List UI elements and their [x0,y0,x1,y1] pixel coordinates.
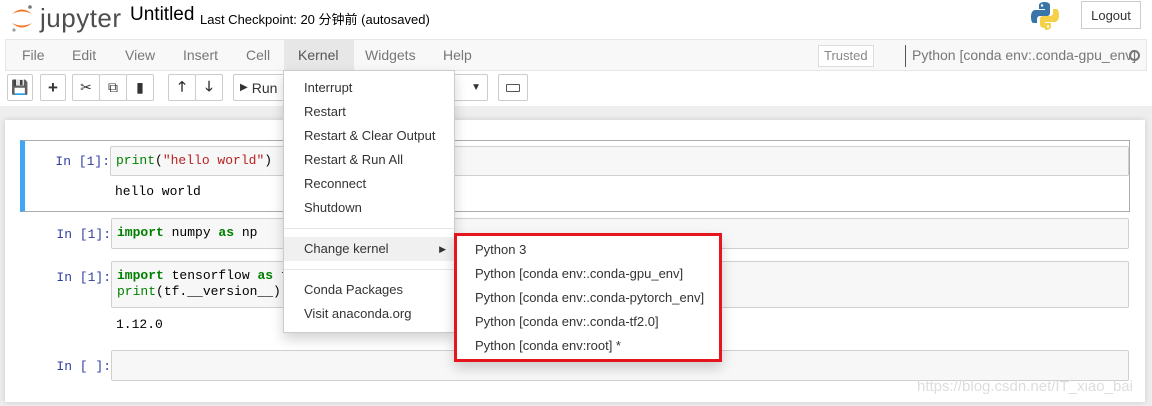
menu-item-visit-anaconda[interactable]: Visit anaconda.org [284,302,454,326]
menu-help[interactable]: Help [429,40,486,70]
copy-button[interactable]: ⧉ [99,74,127,101]
menu-divider [284,269,454,270]
kernel-option[interactable]: Python [conda env:.conda-gpu_env] [457,262,719,286]
cell-prompt: In [1]: [55,154,110,169]
menu-insert[interactable]: Insert [169,40,232,70]
menu-item-restart-run-all[interactable]: Restart & Run All [284,148,454,172]
menu-kernel[interactable]: Kernel [284,40,354,70]
code-cell[interactable]: In [1]: print("hello world") hello world [20,140,1130,212]
command-palette-button[interactable] [498,74,528,101]
menubar: File Edit View Insert Cell Kernel Widget… [5,39,1147,71]
menu-edit[interactable]: Edit [58,40,110,70]
move-up-button[interactable]: 🡑 [168,74,196,101]
keyboard-icon [506,83,520,92]
arrow-up-icon: 🡑 [178,77,186,94]
menu-file[interactable]: File [8,40,59,70]
jupyter-logo-text: jupyter [40,2,122,33]
python-logo-icon [1030,1,1060,34]
move-down-button[interactable]: 🡓 [195,74,223,101]
caret-down-icon: ▼ [471,82,481,93]
menu-divider [284,228,454,229]
cell-output: 1.12.0 [116,317,163,332]
header: jupyter Untitled Last Checkpoint: 20 分钟前… [0,0,1152,106]
step-forward-icon: ▶ [240,82,248,93]
menu-item-reconnect[interactable]: Reconnect [284,172,454,196]
caret-right-icon: ▶ [439,244,446,254]
menu-widgets[interactable]: Widgets [351,40,430,70]
menu-item-shutdown[interactable]: Shutdown [284,196,454,220]
kernel-option[interactable]: Python [conda env:.conda-tf2.0] [457,310,719,334]
cut-button[interactable]: ✂ [72,74,100,101]
kernel-dropdown-menu: Interrupt Restart Restart & Clear Output… [283,70,455,333]
cell-prompt: In [1]: [56,270,111,285]
watermark: https://blog.csdn.net/IT_xiao_bai [917,378,1133,395]
kernel-idle-indicator-icon [1129,50,1140,61]
notebook-title[interactable]: Untitled [130,4,194,26]
arrow-down-icon: 🡓 [205,77,213,94]
menu-item-conda-packages[interactable]: Conda Packages [284,278,454,302]
run-label: Run [251,79,278,96]
cell-output: hello world [115,184,201,199]
jupyter-logo[interactable]: jupyter [10,2,122,34]
logout-button[interactable]: Logout [1081,1,1141,29]
cell-prompt: In [1]: [56,227,111,242]
change-kernel-label: Change kernel [304,241,389,256]
menu-view[interactable]: View [111,40,169,70]
cell-prompt: In [ ]: [56,359,111,374]
paste-icon: ▮ [136,79,144,95]
menu-item-restart[interactable]: Restart [284,100,454,124]
kernel-option[interactable]: Python [conda env:root] * [457,334,719,358]
scissors-icon: ✂ [80,79,92,95]
kernel-name[interactable]: Python [conda env:.conda-gpu_env] [905,45,1136,67]
cell-input[interactable]: print("hello world") [110,146,1129,176]
insert-cell-button[interactable]: + [40,74,66,101]
paste-button[interactable]: ▮ [126,74,154,101]
change-kernel-submenu: Python 3 Python [conda env:.conda-gpu_en… [454,233,722,362]
menu-item-restart-clear-output[interactable]: Restart & Clear Output [284,124,454,148]
menu-cell[interactable]: Cell [232,40,284,70]
trusted-badge[interactable]: Trusted [818,45,874,67]
jupyter-logo-icon [12,5,32,32]
save-icon: 💾 [11,79,29,95]
kernel-option[interactable]: Python 3 [457,238,719,262]
plus-icon: + [48,77,58,97]
copy-icon: ⧉ [108,79,118,95]
save-button[interactable]: 💾 [7,74,33,101]
checkpoint-status: Last Checkpoint: 20 分钟前 (autosaved) [200,12,430,27]
menu-item-change-kernel[interactable]: Change kernel ▶ [284,237,454,261]
kernel-option[interactable]: Python [conda env:.conda-pytorch_env] [457,286,719,310]
menu-item-interrupt[interactable]: Interrupt [284,76,454,100]
